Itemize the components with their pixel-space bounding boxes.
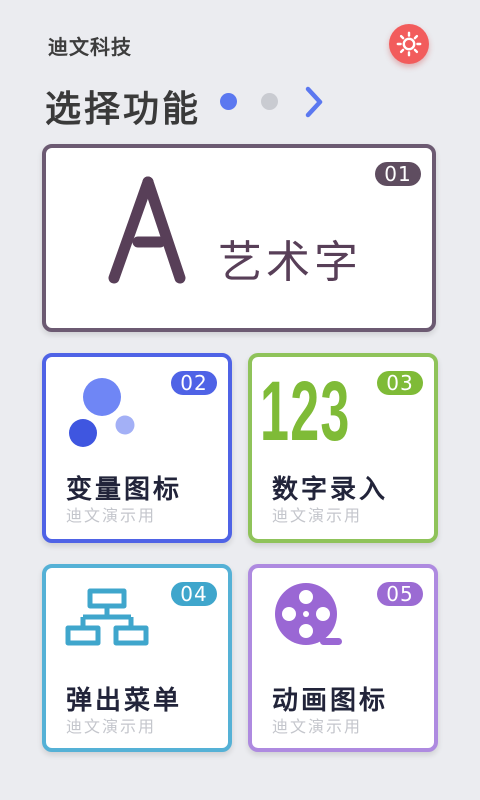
brand-name: 迪文科技 xyxy=(48,35,132,59)
card-label: 艺术字 xyxy=(218,237,362,288)
letter-a-icon xyxy=(108,176,186,284)
card-label: 动画图标 xyxy=(272,686,389,716)
card-number-badge: 02 xyxy=(171,371,217,395)
card-sublabel: 迪文演示用 xyxy=(272,717,363,736)
card-popup-menu[interactable]: 04 弹出菜单 迪文演示用 xyxy=(42,564,232,752)
card-number-input[interactable]: 03 123 数字录入 迪文演示用 xyxy=(248,353,438,543)
film-reel-icon xyxy=(275,583,342,645)
card-number-badge: 03 xyxy=(377,371,423,395)
card-number-badge: 04 xyxy=(171,582,217,606)
card-number-badge: 01 xyxy=(375,162,421,186)
card-label: 变量图标 xyxy=(66,475,183,505)
card-variable-icon[interactable]: 02 变量图标 迪文演示用 xyxy=(42,353,232,543)
hierarchy-icon xyxy=(65,588,149,646)
card-sublabel: 迪文演示用 xyxy=(66,506,157,525)
page-title: 选择功能 xyxy=(45,89,202,130)
card-number-badge: 05 xyxy=(377,582,423,606)
card-animated-icon[interactable]: 05 动画图标 迪文演示用 xyxy=(248,564,438,752)
pagination-dot-inactive[interactable] xyxy=(261,93,278,110)
settings-button[interactable] xyxy=(389,24,429,64)
sun-gear-icon xyxy=(396,31,422,57)
digits-123-icon: 123 xyxy=(260,364,351,458)
chevron-right-icon[interactable] xyxy=(300,84,328,120)
bubbles-icon xyxy=(69,378,135,447)
pagination-dot-active[interactable] xyxy=(220,93,237,110)
card-art-text[interactable]: 01 艺术字 xyxy=(42,144,436,332)
card-sublabel: 迪文演示用 xyxy=(66,717,157,736)
card-label: 弹出菜单 xyxy=(66,686,183,716)
card-sublabel: 迪文演示用 xyxy=(272,506,363,525)
card-label: 数字录入 xyxy=(272,475,389,505)
